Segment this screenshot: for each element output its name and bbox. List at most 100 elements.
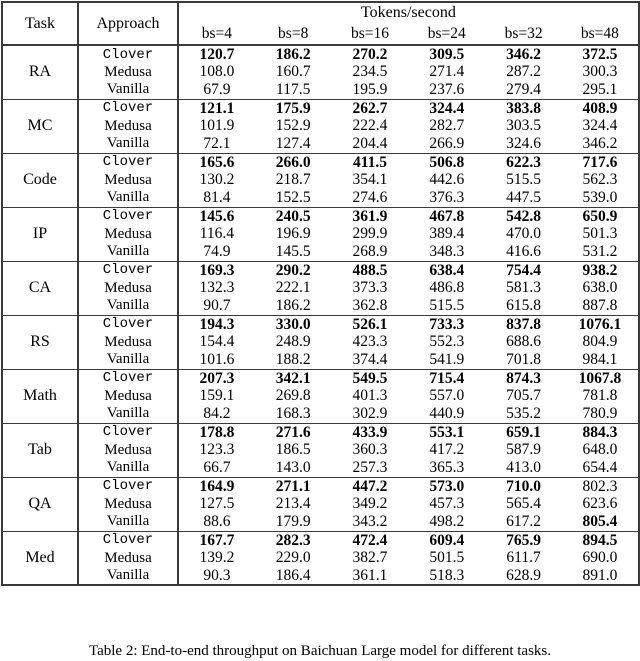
value-cell: 552.3 <box>429 333 465 351</box>
value-cell: 303.5 <box>506 117 542 135</box>
value-cell: 376.3 <box>429 189 465 206</box>
value-cell: 623.6 <box>582 495 618 513</box>
value-cell: 179.9 <box>275 513 311 530</box>
value-cell: 382.7 <box>352 549 388 567</box>
value-cell: 754.4 <box>485 260 562 279</box>
value-cell: 628.9 <box>506 566 542 584</box>
approach-cell: Clover <box>78 314 179 333</box>
value-cell: 515.5 <box>506 171 542 189</box>
value-cell: 611.7 <box>506 549 541 567</box>
value-cell: 188.2 <box>275 351 311 368</box>
table-row: Medusa 108.0 160.7 234.5 271.4 287.2 300.3 <box>2 63 639 81</box>
value-cell: 526.1 <box>331 314 409 333</box>
value-cell: 1067.8 <box>561 368 639 387</box>
value-cell: 302.9 <box>352 405 388 422</box>
table-row: Vanilla 74.9 145.5 268.9 348.3 416.6 531.2 <box>2 243 639 261</box>
value-cell: 74.9 <box>203 243 231 260</box>
value-cell: 470.0 <box>506 225 542 243</box>
value-cell: 891.0 <box>582 566 618 584</box>
value-cell: 506.8 <box>408 152 486 171</box>
value-cell: 874.3 <box>485 368 562 387</box>
approach-cell: Medusa <box>78 63 179 81</box>
value-cell: 372.5 <box>561 44 639 63</box>
value-cell: 467.8 <box>408 206 486 225</box>
value-cell: 765.9 <box>485 530 562 549</box>
table-row: Vanilla 67.9 117.5 195.9 237.6 279.4 295.1 <box>2 81 639 99</box>
value-cell: 324.4 <box>408 98 486 117</box>
value-cell: 447.2 <box>331 476 409 495</box>
approach-cell: Vanilla <box>78 135 179 153</box>
table-row: Medusa 123.3 186.5 360.3 417.2 587.9 648.0 <box>2 441 639 459</box>
value-cell: 457.3 <box>429 495 465 513</box>
value-cell: 282.3 <box>254 530 332 549</box>
value-cell: 938.2 <box>561 260 639 279</box>
table-row: Med Clover 167.7 282.3 472.4 609.4 765.9 894.5 <box>2 530 639 585</box>
value-cell: 101.6 <box>199 351 235 368</box>
value-cell: 268.9 <box>352 243 388 260</box>
approach-cell: Vanilla <box>78 81 179 99</box>
value-cell: 248.9 <box>275 333 311 351</box>
value-cell: 383.8 <box>485 98 562 117</box>
header-bs-32: bs=32 <box>504 24 543 42</box>
value-cell: 501.3 <box>582 225 618 243</box>
value-cell: 240.5 <box>254 206 332 225</box>
value-cell: 413.0 <box>506 459 542 476</box>
value-cell: 361.1 <box>352 566 388 584</box>
value-cell: 342.1 <box>254 368 332 387</box>
value-cell: 324.6 <box>506 135 542 152</box>
value-cell: 282.7 <box>429 117 465 135</box>
approach-cell: Clover <box>78 260 179 279</box>
value-cell: 168.3 <box>275 405 311 422</box>
value-cell: 194.3 <box>178 314 255 333</box>
value-cell: 518.3 <box>429 566 465 584</box>
value-cell: 617.2 <box>506 513 542 530</box>
table-row: RS Clover 194.3 330.0 526.1 733.3 837.8 1076.1 <box>2 314 639 369</box>
value-cell: 805.4 <box>582 513 618 530</box>
table-header: Task Approach Tokens/second bs=4 bs=8 bs… <box>2 2 639 46</box>
approach-cell: Clover <box>78 44 179 63</box>
value-cell: 116.4 <box>199 225 235 243</box>
value-cell: 266.0 <box>254 152 332 171</box>
task-cell: Math <box>2 368 79 423</box>
value-cell: 688.6 <box>506 333 542 351</box>
table-page: Task Approach Tokens/second bs=4 bs=8 bs… <box>0 1 640 659</box>
value-cell: 440.9 <box>429 405 465 422</box>
value-cell: 804.9 <box>582 333 618 351</box>
value-cell: 638.0 <box>582 279 618 297</box>
value-cell: 186.2 <box>275 297 311 314</box>
value-cell: 237.6 <box>429 81 465 98</box>
value-cell: 690.0 <box>582 549 618 567</box>
value-cell: 271.1 <box>254 476 332 495</box>
value-cell: 654.4 <box>582 459 618 476</box>
value-cell: 348.3 <box>429 243 465 260</box>
task-cell: Tab <box>2 422 79 477</box>
value-cell: 290.2 <box>254 260 332 279</box>
approach-cell: Clover <box>78 368 179 387</box>
value-cell: 562.3 <box>582 171 618 189</box>
value-cell: 154.4 <box>199 333 235 351</box>
value-cell: 710.0 <box>485 476 562 495</box>
approach-cell: Vanilla <box>78 297 179 315</box>
approach-cell: Medusa <box>78 549 179 567</box>
table-row: QA Clover 164.9 271.1 447.2 573.0 710.0 802.3 <box>2 476 639 531</box>
value-cell: 108.0 <box>199 63 235 81</box>
table-body: RA Clover 120.7 186.2 270.2 309.5 346.2 372.5 Me… <box>2 44 639 585</box>
table-row: Vanilla 72.1 127.4 204.4 266.9 324.6 346.2 <box>2 135 639 153</box>
value-cell: 408.9 <box>561 98 639 117</box>
value-cell: 802.3 <box>561 476 639 495</box>
approach-cell: Clover <box>78 422 179 441</box>
approach-cell: Medusa <box>78 441 179 459</box>
value-cell: 266.9 <box>429 135 465 152</box>
value-cell: 167.7 <box>178 530 255 549</box>
value-cell: 117.5 <box>276 81 311 98</box>
value-cell: 309.5 <box>408 44 486 63</box>
value-cell: 362.8 <box>352 297 388 314</box>
value-cell: 884.3 <box>561 422 639 441</box>
value-cell: 715.4 <box>408 368 486 387</box>
value-cell: 781.8 <box>582 387 618 405</box>
approach-cell: Vanilla <box>78 189 179 207</box>
value-cell: 557.0 <box>429 387 465 405</box>
table-row: Medusa 159.1 269.8 401.3 557.0 705.7 781.8 <box>2 387 639 405</box>
approach-cell: Vanilla <box>78 405 179 423</box>
value-cell: 417.2 <box>429 441 465 459</box>
